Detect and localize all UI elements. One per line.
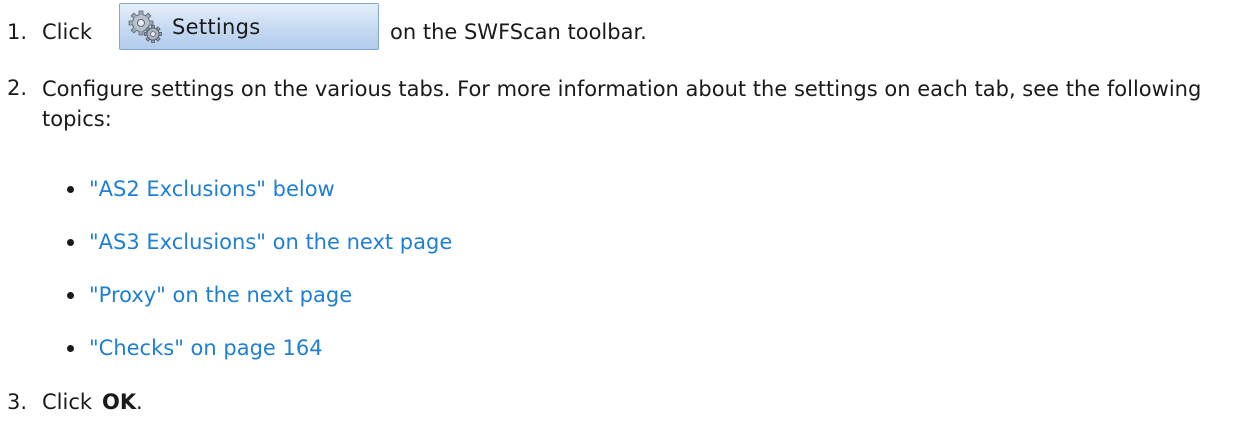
- bullet-dot: [67, 186, 74, 193]
- topic-link-proxy[interactable]: "Proxy" on the next page: [89, 281, 352, 309]
- bullet-dot: [67, 239, 74, 246]
- list-item: "AS2 Exclusions" below: [67, 175, 627, 203]
- step-number: 1.: [7, 20, 28, 44]
- topic-link-checks[interactable]: "Checks" on page 164: [89, 334, 323, 362]
- ok-label: OK: [102, 390, 137, 414]
- step-number: 3.: [7, 390, 28, 414]
- list-item: "Checks" on page 164: [67, 334, 627, 362]
- list-item: "Proxy" on the next page: [67, 281, 627, 309]
- step-text-before: Click: [42, 390, 93, 414]
- step-text-after: .: [136, 390, 143, 414]
- step-number: 2.: [7, 76, 28, 100]
- topic-list: "AS2 Exclusions" below "AS3 Exclusions" …: [67, 0, 667, 423]
- bullet-dot: [67, 345, 74, 352]
- topic-link-as3-exclusions[interactable]: "AS3 Exclusions" on the next page: [89, 228, 452, 256]
- step-3: 3. Click OK .: [0, 388, 1234, 418]
- bullet-dot: [67, 292, 74, 299]
- list-item: "AS3 Exclusions" on the next page: [67, 228, 627, 256]
- topic-link-as2-exclusions[interactable]: "AS2 Exclusions" below: [89, 175, 335, 203]
